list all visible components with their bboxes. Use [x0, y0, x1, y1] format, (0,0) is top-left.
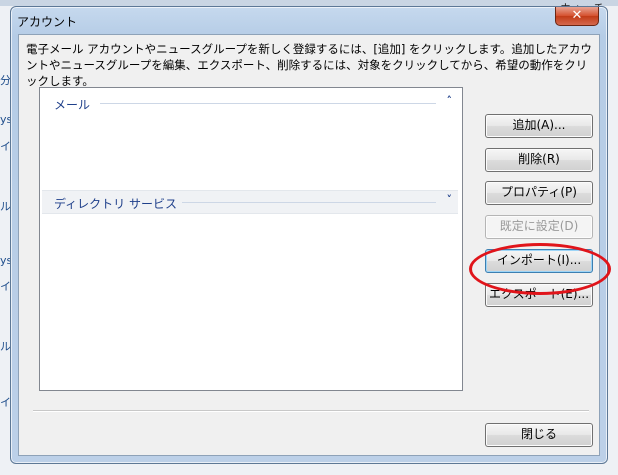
group-label-mail: メール [54, 98, 91, 112]
chevron-up-icon[interactable]: ˄ [447, 94, 453, 107]
set-default-button[interactable]: 既定に設定(D) [485, 215, 593, 239]
close-button[interactable]: 閉じる [485, 423, 593, 447]
properties-button[interactable]: プロパティ(P) [485, 181, 593, 205]
import-button[interactable]: インポート(I)... [485, 249, 593, 273]
accounts-dialog: アカウント ✕ 電子メール アカウントやニュースグループを新しく登録するには、[… [10, 6, 611, 464]
group-header-mail[interactable]: メール ˄ [42, 92, 458, 114]
group-divider [182, 202, 436, 203]
close-icon: ✕ [571, 8, 583, 23]
dialog-title: アカウント [17, 15, 78, 29]
remove-button[interactable]: 削除(R) [485, 148, 593, 172]
close-window-button[interactable]: ✕ [555, 7, 599, 26]
group-divider [100, 103, 436, 104]
dialog-client-area: 電子メール アカウントやニュースグループを新しく登録するには、[追加] をクリッ… [18, 34, 611, 456]
accounts-list[interactable]: メール ˄ ディレクトリ サービス ˅ [39, 87, 463, 391]
chevron-down-icon[interactable]: ˅ [447, 193, 453, 206]
group-header-directory-services[interactable]: ディレクトリ サービス ˅ [42, 190, 458, 214]
export-button[interactable]: エクスポート(E)... [485, 283, 593, 307]
dialog-description: 電子メール アカウントやニュースグループを新しく登録するには、[追加] をクリッ… [26, 42, 592, 88]
title-bar[interactable]: アカウント ✕ [11, 7, 607, 33]
add-button[interactable]: 追加(A)... [485, 114, 593, 138]
group-label-directory-services: ディレクトリ サービス [54, 197, 177, 211]
footer-separator [33, 410, 589, 412]
